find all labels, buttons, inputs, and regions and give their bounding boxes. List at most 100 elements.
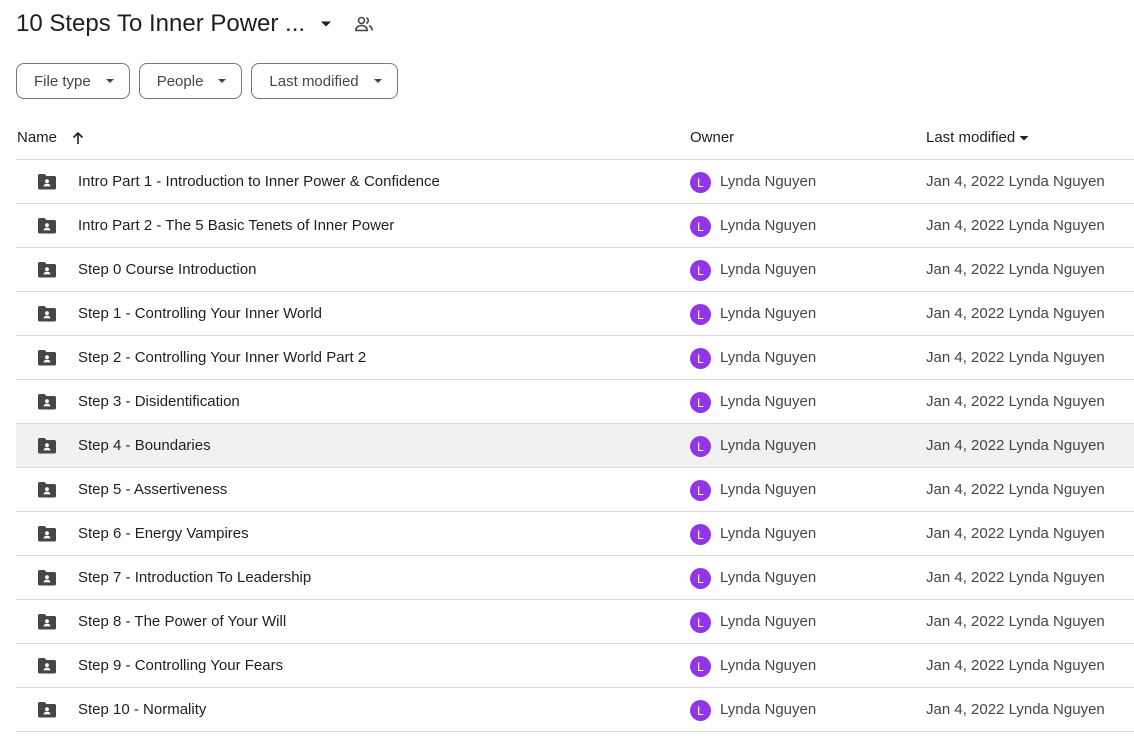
table-row[interactable]: Step 5 - Assertiveness L Lynda Nguyen Jan 4… bbox=[16, 468, 1134, 512]
folder-header: 10 Steps To Inner Power ... bbox=[16, 6, 377, 42]
last-modified-value: Jan 4, 2022 Lynda Nguyen bbox=[926, 217, 1105, 234]
owner-name: Lynda Nguyen bbox=[720, 305, 817, 322]
last-modified-filter[interactable]: Last modified bbox=[251, 63, 398, 99]
file-name: Step 2 - Controlling Your Inner World Pa… bbox=[78, 349, 367, 366]
file-name: Step 7 - Introduction To Leadership bbox=[78, 569, 312, 586]
shared-folder-icon bbox=[36, 171, 58, 193]
table-row[interactable]: Step 4 - Boundaries L Lynda Nguyen Jan 4, 2… bbox=[16, 424, 1134, 468]
avatar: L bbox=[690, 656, 711, 677]
avatar: L bbox=[690, 348, 711, 369]
filter-label: Last modified bbox=[269, 72, 359, 90]
file-name: Step 9 - Controlling Your Fears bbox=[78, 657, 284, 674]
avatar: L bbox=[690, 172, 711, 193]
table-row[interactable]: Step 9 - Controlling Your Fears L Lynda Ng… bbox=[16, 644, 1134, 688]
last-modified-value: Jan 4, 2022 Lynda Nguyen bbox=[926, 569, 1105, 586]
owner-name: Lynda Nguyen bbox=[720, 437, 817, 454]
column-label: Owner bbox=[690, 129, 735, 146]
drive-folder-view: 10 Steps To Inner Power ... File type Pe… bbox=[0, 0, 1134, 749]
table-row[interactable]: Step 8 - The Power of Your Will L Lynda Ng… bbox=[16, 600, 1134, 644]
people-icon[interactable] bbox=[351, 11, 377, 37]
filter-label: File type bbox=[34, 72, 91, 90]
table-row[interactable]: Intro Part 2 - The 5 Basic Tenets of Inn… bbox=[16, 204, 1134, 248]
shared-folder-icon bbox=[36, 611, 58, 633]
table-row[interactable]: Step 10 - Normality L Lynda Nguyen Jan 4, 2… bbox=[16, 688, 1134, 732]
table-row[interactable]: Step 7 - Introduction To Leadership L Lynd… bbox=[16, 556, 1134, 600]
file-name: Intro Part 1 - Introduction to Inner Pow… bbox=[78, 173, 440, 190]
avatar: L bbox=[690, 436, 711, 457]
shared-folder-icon bbox=[36, 435, 58, 457]
owner-column-header: Owner bbox=[690, 129, 734, 146]
owner-name: Lynda Nguyen bbox=[720, 217, 817, 234]
table-row[interactable]: Step 0 Course Introduction L Lynda Nguyen J… bbox=[16, 248, 1134, 292]
owner-name: Lynda Nguyen bbox=[720, 481, 817, 498]
file-name: Step 10 - Normality bbox=[78, 701, 207, 718]
owner-name: Lynda Nguyen bbox=[720, 393, 817, 410]
file-name: Step 8 - The Power of Your Will bbox=[78, 613, 287, 630]
last-modified-value: Jan 4, 2022 Lynda Nguyen bbox=[926, 613, 1105, 630]
owner-name: Lynda Nguyen bbox=[720, 349, 817, 366]
shared-folder-icon bbox=[36, 347, 58, 369]
shared-folder-icon bbox=[36, 699, 58, 721]
last-modified-value: Jan 4, 2022 Lynda Nguyen bbox=[926, 481, 1105, 498]
owner-name: Lynda Nguyen bbox=[720, 173, 817, 190]
filter-label: People bbox=[156, 72, 204, 90]
table-header: Name Owner Last modified bbox=[16, 116, 1134, 160]
shared-folder-icon bbox=[36, 215, 58, 237]
avatar: L bbox=[690, 216, 711, 237]
file-name: Step 4 - Boundaries bbox=[78, 437, 211, 454]
table-row[interactable]: Step 6 - Energy Vampires L Lynda Nguyen Jan… bbox=[16, 512, 1134, 556]
caret-down-icon bbox=[105, 76, 115, 86]
file-name: Step 5 - Assertiveness bbox=[78, 481, 228, 498]
name-column-header[interactable]: Name bbox=[17, 129, 85, 146]
owner-name: Lynda Nguyen bbox=[720, 261, 817, 278]
file-name: Step 1 - Controlling Your Inner World bbox=[78, 305, 323, 322]
last-modified-value: Jan 4, 2022 Lynda Nguyen bbox=[926, 261, 1105, 278]
shared-folder-icon bbox=[36, 523, 58, 545]
owner-name: Lynda Nguyen bbox=[720, 701, 817, 718]
filter-bar: File type People Last modified bbox=[16, 63, 398, 99]
caret-down-icon bbox=[217, 76, 227, 86]
last-modified-value: Jan 4, 2022 Lynda Nguyen bbox=[926, 305, 1105, 322]
avatar: L bbox=[690, 304, 711, 325]
table-row[interactable]: Step 2 - Controlling Your Inner World Pa… bbox=[16, 336, 1134, 380]
last-modified-value: Jan 4, 2022 Lynda Nguyen bbox=[926, 437, 1105, 454]
caret-down-icon bbox=[373, 76, 383, 86]
people-filter[interactable]: People bbox=[138, 63, 243, 99]
column-label: Last modified bbox=[926, 129, 1016, 146]
avatar: L bbox=[690, 568, 711, 589]
avatar: L bbox=[690, 700, 711, 721]
table-row[interactable]: Intro Part 1 - Introduction to Inner Pow… bbox=[16, 160, 1134, 204]
shared-folder-icon bbox=[36, 303, 58, 325]
file-name: Step 0 Course Introduction bbox=[78, 261, 257, 278]
table-row[interactable]: Step 3 - Disidentification L Lynda Nguyen J… bbox=[16, 380, 1134, 424]
last-modified-value: Jan 4, 2022 Lynda Nguyen bbox=[926, 525, 1105, 542]
shared-folder-icon bbox=[36, 259, 58, 281]
caret-down-icon[interactable] bbox=[313, 11, 339, 37]
caret-down-icon bbox=[1019, 133, 1029, 143]
folder-title[interactable]: 10 Steps To Inner Power ... bbox=[16, 10, 305, 38]
file-list: Intro Part 1 - Introduction to Inner Pow… bbox=[16, 160, 1134, 732]
table-row[interactable]: Step 1 - Controlling Your Inner World L Ly… bbox=[16, 292, 1134, 336]
shared-folder-icon bbox=[36, 567, 58, 589]
avatar: L bbox=[690, 392, 711, 413]
file-name: Step 6 - Energy Vampires bbox=[78, 525, 249, 542]
owner-name: Lynda Nguyen bbox=[720, 657, 817, 674]
last-modified-value: Jan 4, 2022 Lynda Nguyen bbox=[926, 173, 1105, 190]
avatar: L bbox=[690, 612, 711, 633]
file-name: Intro Part 2 - The 5 Basic Tenets of Inn… bbox=[78, 217, 395, 234]
shared-folder-icon bbox=[36, 655, 58, 677]
owner-name: Lynda Nguyen bbox=[720, 569, 817, 586]
avatar: L bbox=[690, 480, 711, 501]
last-modified-value: Jan 4, 2022 Lynda Nguyen bbox=[926, 349, 1105, 366]
file-name: Step 3 - Disidentification bbox=[78, 393, 240, 410]
owner-name: Lynda Nguyen bbox=[720, 525, 817, 542]
last-modified-value: Jan 4, 2022 Lynda Nguyen bbox=[926, 701, 1105, 718]
file-type-filter[interactable]: File type bbox=[16, 63, 130, 99]
avatar: L bbox=[690, 524, 711, 545]
arrow-up-icon[interactable] bbox=[71, 131, 85, 145]
last-modified-value: Jan 4, 2022 Lynda Nguyen bbox=[926, 393, 1105, 410]
last-modified-column-header[interactable]: Last modified bbox=[926, 129, 1029, 146]
owner-name: Lynda Nguyen bbox=[720, 613, 817, 630]
column-label: Name bbox=[17, 129, 58, 146]
avatar: L bbox=[690, 260, 711, 281]
